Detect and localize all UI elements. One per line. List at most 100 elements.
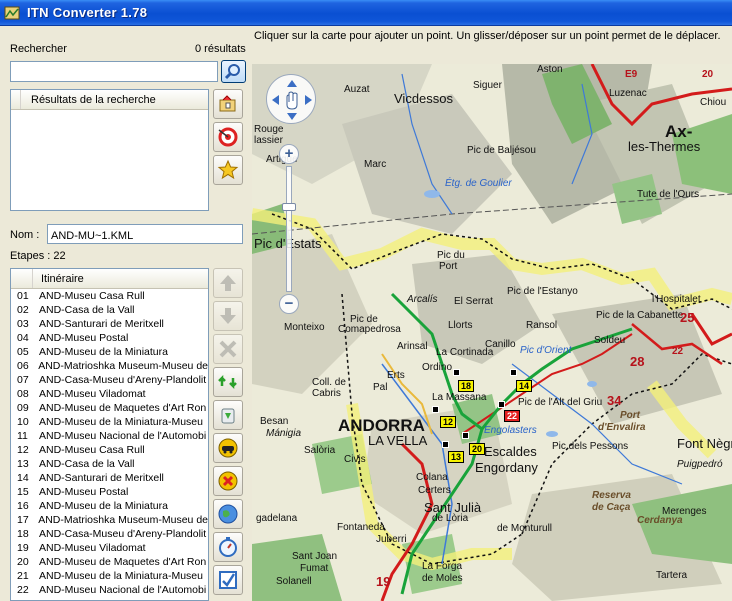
road-number: 22 — [672, 346, 684, 357]
place-label: Canillo — [485, 339, 516, 350]
place-label: Solanell — [276, 576, 312, 587]
waypoint-pin[interactable] — [510, 369, 517, 376]
zoom-slider[interactable] — [282, 166, 296, 292]
waypoint-marker[interactable]: 13 — [448, 451, 464, 463]
itinerary-row[interactable]: 04 AND-Museu Postal — [11, 331, 208, 345]
place-label: Fumat — [300, 563, 329, 574]
target-button[interactable] — [213, 122, 243, 152]
search-results-list[interactable]: Résultats de la recherche — [10, 89, 209, 211]
itinerary-row[interactable]: 17 AND-Matrioshka Museum-Museu de — [11, 513, 208, 527]
place-label: Arcalís — [407, 294, 438, 305]
itinerary-row-number: 19 — [17, 542, 29, 554]
zoom-out-button[interactable]: − — [279, 294, 299, 314]
waypoint-pin[interactable] — [498, 401, 505, 408]
itinerary-row-number: 02 — [17, 304, 29, 316]
waypoint-pin[interactable] — [432, 406, 439, 413]
itinerary-row-name: AND-Museu Viladomat — [39, 542, 146, 554]
car-icon — [218, 438, 238, 458]
itinerary-row[interactable]: 11 AND-Museu Nacional de l'Automobi — [11, 429, 208, 443]
itinerary-row-name: AND-Casa-Museu d'Areny-Plandolit — [39, 374, 207, 386]
itinerary-row[interactable]: 01 AND-Museu Casa Rull — [11, 289, 208, 303]
map-pan-control[interactable] — [266, 74, 316, 124]
itinerary-row[interactable]: 12 AND-Museu Casa Rull — [11, 443, 208, 457]
itinerary-row[interactable]: 08 AND-Museu Viladomat — [11, 387, 208, 401]
reverse-route-button[interactable] — [213, 367, 243, 397]
itinerary-row[interactable]: 15 AND-Museu Postal — [11, 485, 208, 499]
zoom-slider-thumb[interactable] — [282, 203, 296, 211]
road-number: 20 — [702, 69, 714, 80]
itinerary-row-name: AND-Museu de la Miniatura — [39, 346, 168, 358]
itinerary-row[interactable]: 10 AND-Museu de la Miniatura-Museu — [11, 415, 208, 429]
stopwatch-icon — [219, 537, 237, 557]
waypoint-marker[interactable]: 20 — [469, 443, 485, 455]
open-file-button[interactable] — [213, 89, 243, 119]
itinerary-row[interactable]: 03 AND-Santurari de Meritxell — [11, 317, 208, 331]
itinerary-row-name: AND-Museu Nacional de l'Automobi — [39, 584, 207, 596]
map-view[interactable]: Aston Auzat Vicdessos Siguer Luzenac Chi… — [252, 64, 732, 601]
place-label: Pic de Baljésou — [467, 145, 536, 156]
itinerary-row[interactable]: 21 AND-Museu de la Miniatura-Museu — [11, 569, 208, 583]
search-button[interactable] — [221, 60, 246, 83]
waypoint-marker[interactable]: 22 — [504, 410, 520, 422]
place-label: Ransol — [526, 320, 558, 331]
compute-route-button[interactable] — [213, 433, 243, 463]
move-up-button[interactable] — [213, 268, 243, 298]
waypoint-marker[interactable]: 12 — [440, 416, 456, 428]
zoom-in-button[interactable]: + — [279, 144, 299, 164]
itinerary-row[interactable]: 14 AND-Santurari de Meritxell — [11, 471, 208, 485]
waypoint-pin[interactable] — [442, 441, 449, 448]
move-down-icon — [220, 308, 236, 324]
itinerary-row-number: 05 — [17, 346, 29, 358]
itinerary-row[interactable]: 19 AND-Museu Viladomat — [11, 541, 208, 555]
waypoint-marker[interactable]: 14 — [516, 380, 532, 392]
cancel-route-button[interactable] — [213, 466, 243, 496]
itinerary-row-number: 18 — [17, 528, 29, 540]
place-label: Vicdessos — [394, 91, 454, 106]
place-label: de Lòria — [432, 513, 469, 524]
title-bar: ITN Converter 1.78 — [0, 0, 732, 26]
itinerary-row[interactable]: 13 AND-Casa de la Vall — [11, 457, 208, 471]
itinerary-row[interactable]: 20 AND-Museu de Maquetes d'Art Ron — [11, 555, 208, 569]
itinerary-row[interactable]: 05 AND-Museu de la Miniatura — [11, 345, 208, 359]
itinerary-row-number: 12 — [17, 444, 29, 456]
place-label: Salòria — [304, 445, 336, 456]
delete-button[interactable] — [213, 334, 243, 364]
itinerary-row-number: 01 — [17, 290, 29, 302]
place-label: Pic de l'Alt del Griu — [518, 397, 603, 408]
itinerary-row-number: 14 — [17, 472, 29, 484]
itinerary-row-name: AND-Museu Postal — [39, 332, 129, 344]
itinerary-row[interactable]: 02 AND-Casa de la Vall — [11, 303, 208, 317]
waypoint-pin[interactable] — [453, 369, 460, 376]
place-label: Escaldes — [484, 444, 537, 459]
place-label: Tute de l'Ours — [637, 189, 700, 200]
edit-check-button[interactable] — [213, 565, 243, 595]
favorite-button[interactable] — [213, 155, 243, 185]
itinerary-row[interactable]: 22 AND-Museu Nacional de l'Automobi — [11, 583, 208, 597]
target-icon — [218, 127, 238, 147]
itinerary-list[interactable]: Itinéraire 01 AND-Museu Casa Rull 02 AND-Ca… — [10, 268, 209, 601]
itinerary-row[interactable]: 09 AND-Museu de Maquetes d'Art Ron — [11, 401, 208, 415]
place-label: Pal — [373, 382, 388, 393]
window-title: ITN Converter 1.78 — [27, 5, 148, 20]
itinerary-row-number: 22 — [17, 584, 29, 596]
move-down-button[interactable] — [213, 301, 243, 331]
place-label: gadelana — [256, 513, 298, 524]
globe-button[interactable] — [213, 499, 243, 529]
itinerary-row-name: AND-Museu de la Miniatura — [39, 500, 168, 512]
place-label: El Serrat — [454, 296, 493, 307]
itinerary-row[interactable]: 07 AND-Casa-Museu d'Areny-Plandolit — [11, 373, 208, 387]
name-field[interactable] — [47, 224, 243, 244]
itinerary-row[interactable]: 18 AND-Casa-Museu d'Areny-Plandolit — [11, 527, 208, 541]
hand-pan-icon — [272, 80, 312, 120]
itinerary-row-name: AND-Museu de Maquetes d'Art Ron — [39, 556, 207, 568]
itinerary-row[interactable]: 16 AND-Museu de la Miniatura — [11, 499, 208, 513]
itinerary-row[interactable]: 06 AND-Matrioshka Museum-Museu de — [11, 359, 208, 373]
edit-check-icon — [219, 571, 237, 589]
waypoint-pin[interactable] — [462, 432, 469, 439]
recycle-bin-button[interactable] — [213, 400, 243, 430]
timing-button[interactable] — [213, 532, 243, 562]
search-input[interactable] — [10, 61, 218, 82]
place-label: La Forga — [422, 561, 463, 572]
waypoint-marker[interactable]: 18 — [458, 380, 474, 392]
place-label: Ordino — [422, 362, 453, 373]
